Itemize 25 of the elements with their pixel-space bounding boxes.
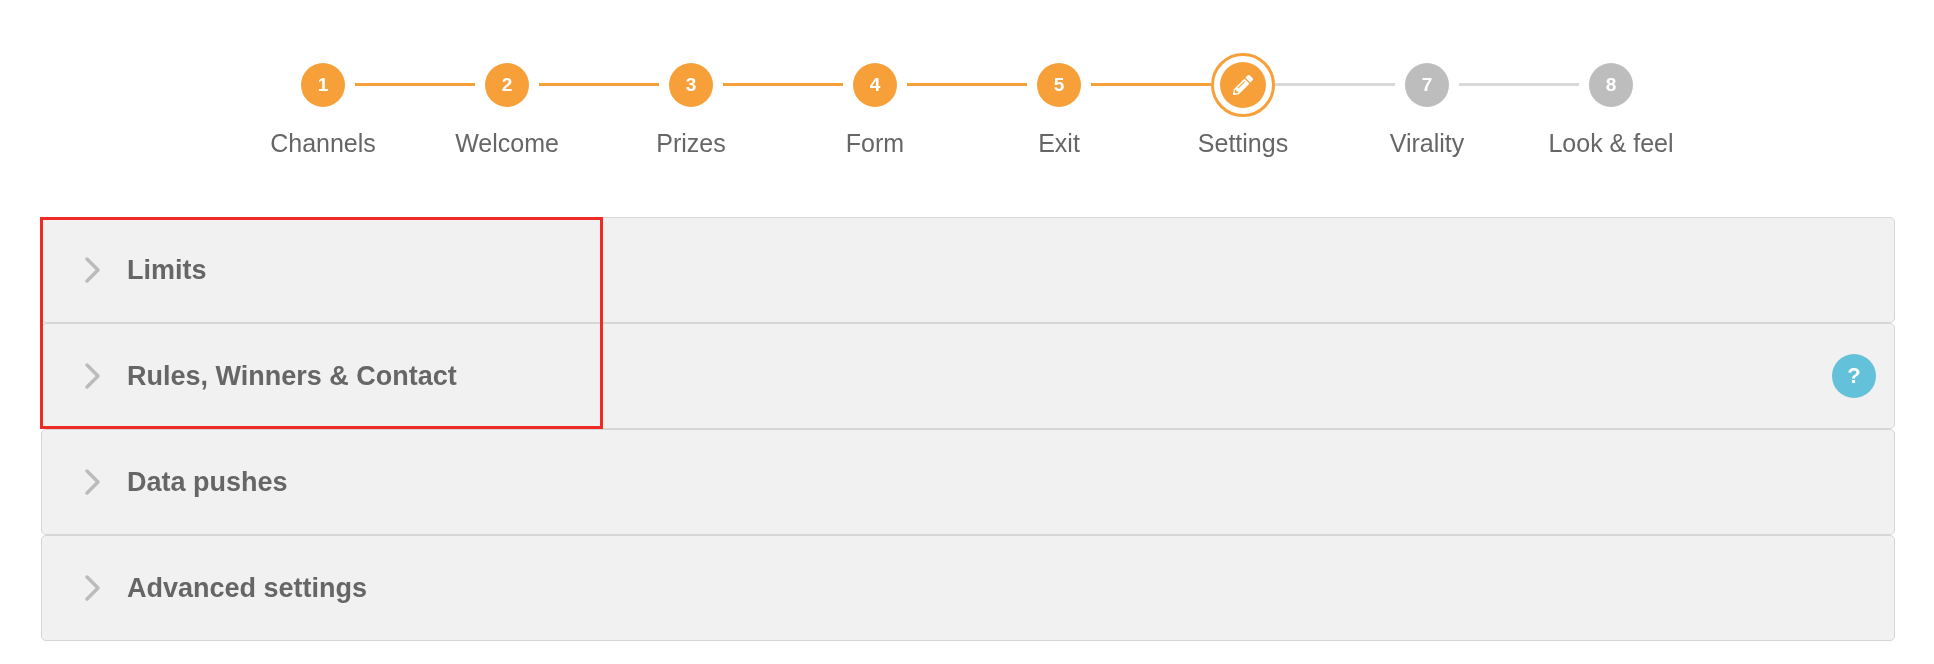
step-indicator[interactable]: 4 <box>853 62 897 107</box>
step-label: Look & feel <box>1548 128 1674 158</box>
pencil-icon <box>1233 74 1253 95</box>
accordion-header[interactable]: Advanced settings <box>41 535 1895 641</box>
step-indicator[interactable]: 2 <box>485 62 529 107</box>
panel-title: Rules, Winners & Contact <box>127 359 457 393</box>
step-label: Form <box>845 128 905 158</box>
accordion-header[interactable]: Limits <box>41 217 1895 323</box>
step-indicator[interactable]: 8 <box>1589 62 1633 107</box>
step-indicator[interactable]: 7 <box>1405 62 1449 107</box>
panel-title: Data pushes <box>127 465 288 499</box>
step-label: Welcome <box>455 128 559 158</box>
step-indicator[interactable]: 5 <box>1037 62 1081 107</box>
panel-title: Advanced settings <box>127 571 368 605</box>
step-indicator[interactable]: 1 <box>301 62 345 107</box>
accordion-header[interactable]: Rules, Winners & Contact ? <box>41 323 1895 429</box>
help-button[interactable]: ? <box>1832 354 1876 398</box>
panel-title: Limits <box>127 253 207 287</box>
step-label: Prizes <box>656 128 726 158</box>
step-label: Virality <box>1389 128 1465 158</box>
step-label: Channels <box>270 128 376 158</box>
step-label: Settings <box>1197 128 1289 158</box>
step-label: Exit <box>1038 128 1080 158</box>
accordion-header[interactable]: Data pushes <box>41 429 1895 535</box>
step-indicator[interactable]: 3 <box>669 62 713 107</box>
